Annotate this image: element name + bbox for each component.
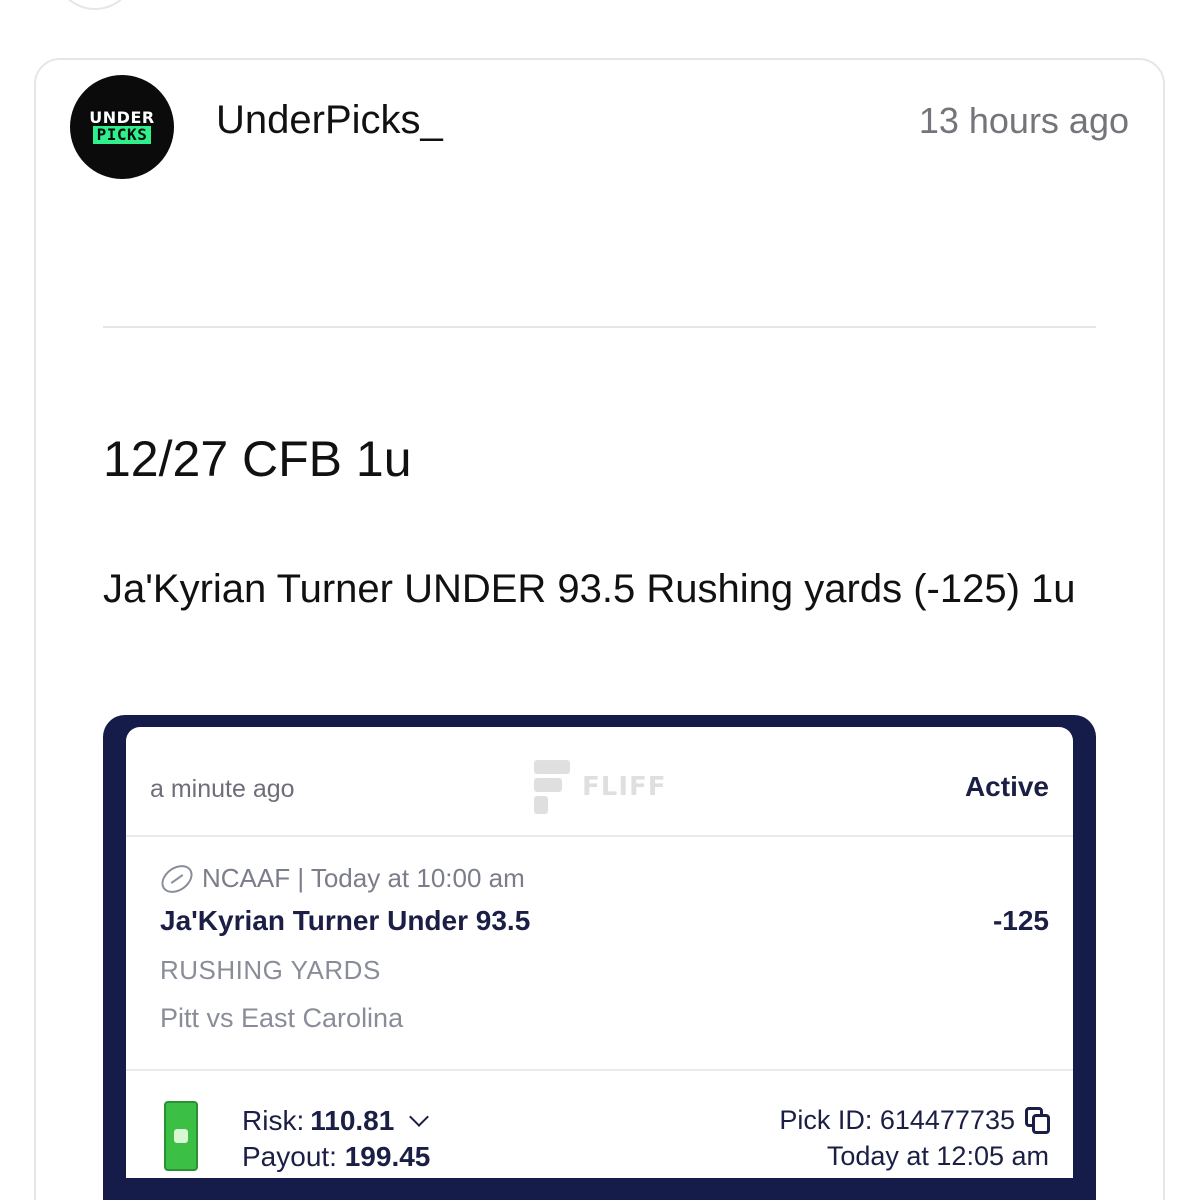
previous-item-circle	[50, 0, 140, 10]
post-timestamp: 13 hours ago	[918, 100, 1129, 141]
bet-slip: a minute ago FLIFF Active NCAAF | Today …	[126, 727, 1073, 1178]
copy-icon[interactable]	[1025, 1106, 1051, 1135]
pick-odds: -125	[992, 905, 1049, 936]
pick-market: RUSHING YARDS	[160, 955, 381, 985]
status-badge: Active	[964, 771, 1049, 802]
username[interactable]: UnderPicks_	[216, 98, 443, 143]
football-icon	[156, 858, 198, 899]
fliff-wordmark: FLIFF	[582, 772, 667, 802]
header-divider	[103, 326, 1096, 328]
risk-value: 110.81	[310, 1105, 395, 1136]
payout-label: Payout:	[242, 1141, 337, 1172]
pick-title: Ja'Kyrian Turner Under 93.5	[160, 905, 531, 936]
fliff-mark-icon	[534, 760, 570, 814]
league-line: NCAAF | Today at 10:00 am	[202, 863, 525, 893]
post-title: 12/27 CFB 1u	[103, 431, 412, 487]
avatar[interactable]: UNDER PICKS	[70, 75, 174, 179]
cash-icon	[164, 1101, 198, 1171]
payout-value: 199.45	[344, 1141, 431, 1172]
avatar-text-bottom: PICKS	[92, 126, 152, 144]
bet-slip-header: a minute ago FLIFF Active	[126, 727, 1073, 837]
fliff-logo: FLIFF	[534, 757, 667, 817]
risk-row[interactable]: Risk: 110.81	[242, 1105, 430, 1137]
placed-time: Today at 12:05 am	[826, 1141, 1049, 1171]
post-header: UNDER PICKS UnderPicks_ 13 hours ago	[70, 75, 1129, 179]
post-body: Ja'Kyrian Turner UNDER 93.5 Rushing yard…	[103, 567, 1076, 611]
pick-id-row: Pick ID: 614477735	[779, 1105, 1051, 1136]
bet-slip-pick: NCAAF | Today at 10:00 am Ja'Kyrian Turn…	[126, 837, 1073, 1071]
league-row: NCAAF | Today at 10:00 am	[156, 858, 525, 899]
pick-id: Pick ID: 614477735	[779, 1105, 1015, 1135]
risk-label: Risk:	[242, 1105, 305, 1136]
pick-matchup: Pitt vs East Carolina	[160, 1003, 404, 1033]
avatar-text-top: UNDER	[89, 108, 155, 127]
bet-slip-footer: Risk: 110.81 Payout: 199.45 Pick ID: 614…	[126, 1071, 1073, 1178]
payout-row: Payout: 199.45	[242, 1141, 430, 1173]
bet-slip-time: a minute ago	[150, 775, 295, 803]
chevron-down-icon[interactable]	[409, 1107, 430, 1127]
bet-slip-image[interactable]: a minute ago FLIFF Active NCAAF | Today …	[103, 715, 1096, 1200]
